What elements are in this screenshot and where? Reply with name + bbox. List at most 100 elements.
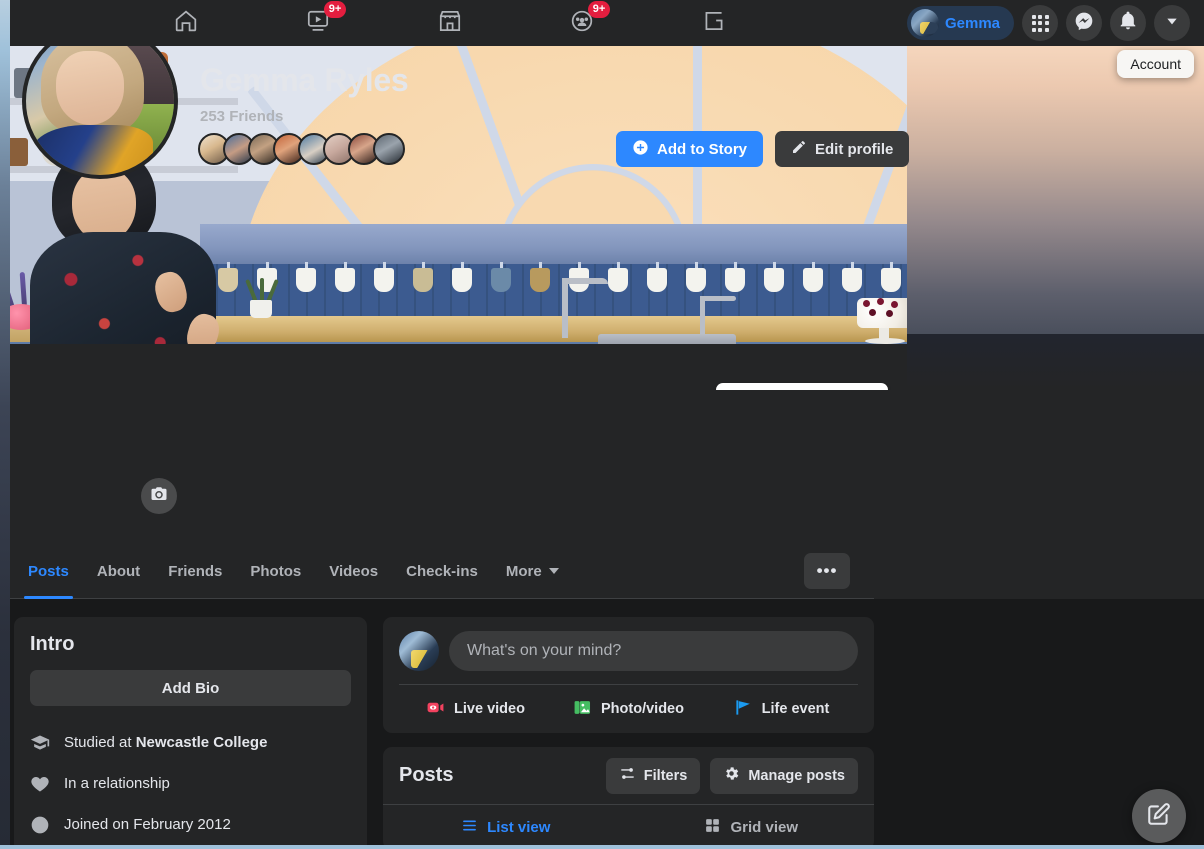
list-view-tab[interactable]: List view (383, 805, 629, 849)
intro-education-text: Studied at Newcastle College (64, 734, 268, 751)
tab-friends[interactable]: Friends (154, 544, 236, 599)
nav-tab-groups[interactable]: 9+ (536, 0, 628, 46)
tab-posts-label: Posts (28, 562, 69, 580)
floating-compose-button[interactable] (1132, 789, 1186, 843)
menu-button[interactable] (1022, 5, 1058, 41)
tab-more[interactable]: More (492, 544, 573, 599)
avatar-face (55, 50, 124, 125)
nav-tab-home[interactable] (140, 0, 232, 46)
kitchen-counter (200, 316, 907, 342)
tab-about-label: About (96, 562, 141, 580)
friend-avatar[interactable] (373, 133, 405, 165)
edit-cover-photo-button[interactable]: Edit Cover Photo (716, 383, 888, 390)
tab-posts[interactable]: Posts (14, 544, 83, 599)
friend-count[interactable]: 253 Friends (200, 108, 283, 125)
cover-bottom-strip-right (907, 334, 1204, 390)
grid-view-tab[interactable]: Grid view (629, 805, 875, 849)
live-video-button[interactable]: Live video (399, 689, 552, 729)
intro-row-joined: Joined on February 2012 (30, 804, 351, 845)
add-bio-button[interactable]: Add Bio (30, 670, 351, 706)
kitchen-tap-2-spout (700, 296, 736, 301)
nav-center-tabs: 9+ 9+ (140, 0, 760, 46)
posts-header: Posts Filters Manage posts (383, 747, 874, 805)
avatar-gown (31, 124, 154, 175)
composer-top-row: What's on your mind? (399, 631, 858, 671)
account-profile-button[interactable]: Gemma (906, 6, 1014, 40)
friend-avatar-list[interactable] (198, 133, 405, 165)
profile-header (0, 344, 874, 544)
marketplace-icon (437, 8, 463, 39)
life-event-label: Life event (761, 701, 830, 717)
edit-profile-button[interactable]: Edit profile (775, 131, 910, 167)
posts-title: Posts (399, 764, 454, 786)
grid-icon (704, 817, 721, 838)
life-event-button[interactable]: Life event (705, 689, 858, 729)
photo-video-button[interactable]: Photo/video (552, 689, 705, 729)
kitchen-plant (245, 278, 279, 318)
edit-profile-label: Edit profile (815, 140, 894, 158)
nav-right-controls: Gemma (906, 0, 1190, 46)
chevron-down-icon (548, 568, 559, 574)
composer-avatar[interactable] (399, 631, 439, 671)
nav-tab-gaming[interactable] (668, 0, 760, 46)
profile-more-options-button[interactable]: ••• (804, 553, 850, 589)
gear-icon (723, 765, 740, 786)
profile-actions: Add to Story Edit profile (616, 131, 910, 167)
filters-button[interactable]: Filters (605, 757, 701, 794)
account-dropdown-button[interactable] (1154, 5, 1190, 41)
facebook-profile-page: Edit Cover Photo Gemma Ryles 253 Friends (0, 0, 1204, 849)
chevron-down-icon (1164, 13, 1180, 34)
tab-videos[interactable]: Videos (315, 544, 392, 599)
flag-icon (734, 698, 753, 721)
top-navigation-bar: 9+ 9+ Gemma (0, 0, 1204, 46)
profile-avatar-camera-button[interactable] (141, 478, 177, 514)
tab-check-ins[interactable]: Check-ins (392, 544, 492, 599)
groups-badge: 9+ (588, 1, 610, 18)
browser-left-edge (0, 0, 10, 849)
tab-more-label: More (505, 562, 542, 580)
video-badge: 9+ (324, 1, 346, 18)
avatar (910, 9, 939, 37)
notifications-button[interactable] (1110, 5, 1146, 41)
grid-view-label: Grid view (730, 819, 799, 836)
filters-label: Filters (643, 767, 688, 784)
intro-education-school: Newcastle College (135, 734, 268, 751)
manage-posts-button[interactable]: Manage posts (710, 757, 858, 794)
account-name: Gemma (944, 14, 1000, 32)
nav-tab-video[interactable]: 9+ (272, 0, 364, 46)
nav-tab-marketplace[interactable] (404, 0, 496, 46)
intro-title: Intro (30, 633, 75, 655)
messenger-button[interactable] (1066, 5, 1102, 41)
list-icon (461, 817, 478, 838)
tab-videos-label: Videos (329, 562, 379, 580)
tab-photos[interactable]: Photos (236, 544, 315, 599)
add-to-story-label: Add to Story (657, 140, 747, 158)
posts-header-buttons: Filters Manage posts (605, 757, 858, 794)
intro-row-relationship: In a relationship (30, 763, 351, 804)
browser-bottom-edge (0, 845, 1204, 849)
grid-menu-icon (1031, 14, 1049, 32)
list-view-label: List view (487, 819, 551, 836)
gaming-icon (701, 8, 727, 39)
graduation-cap-icon (30, 733, 50, 753)
clock-icon (30, 815, 50, 835)
heart-icon (30, 774, 50, 794)
tab-photos-label: Photos (250, 562, 302, 580)
kitchen-beam (200, 224, 907, 264)
posts-view-tabs: List view Grid view (383, 805, 874, 849)
tab-check-ins-label: Check-ins (406, 562, 478, 580)
camera-icon (730, 390, 747, 391)
live-video-label: Live video (454, 701, 525, 717)
messenger-icon (1074, 11, 1094, 36)
tab-about[interactable]: About (83, 544, 154, 599)
page-title: Gemma Ryles (200, 62, 409, 98)
camera-icon (150, 485, 168, 508)
intro-card: Intro Add Bio Studied at Newcastle Colle… (14, 617, 367, 849)
profile-avatar[interactable] (22, 23, 178, 179)
photo-video-icon (573, 698, 592, 721)
composer-input[interactable]: What's on your mind? (449, 631, 858, 671)
home-icon (173, 8, 199, 39)
profile-tabs: Posts About Friends Photos Videos Check-… (0, 544, 874, 599)
add-to-story-button[interactable]: Add to Story (616, 131, 763, 167)
plus-circle-icon (632, 139, 649, 160)
